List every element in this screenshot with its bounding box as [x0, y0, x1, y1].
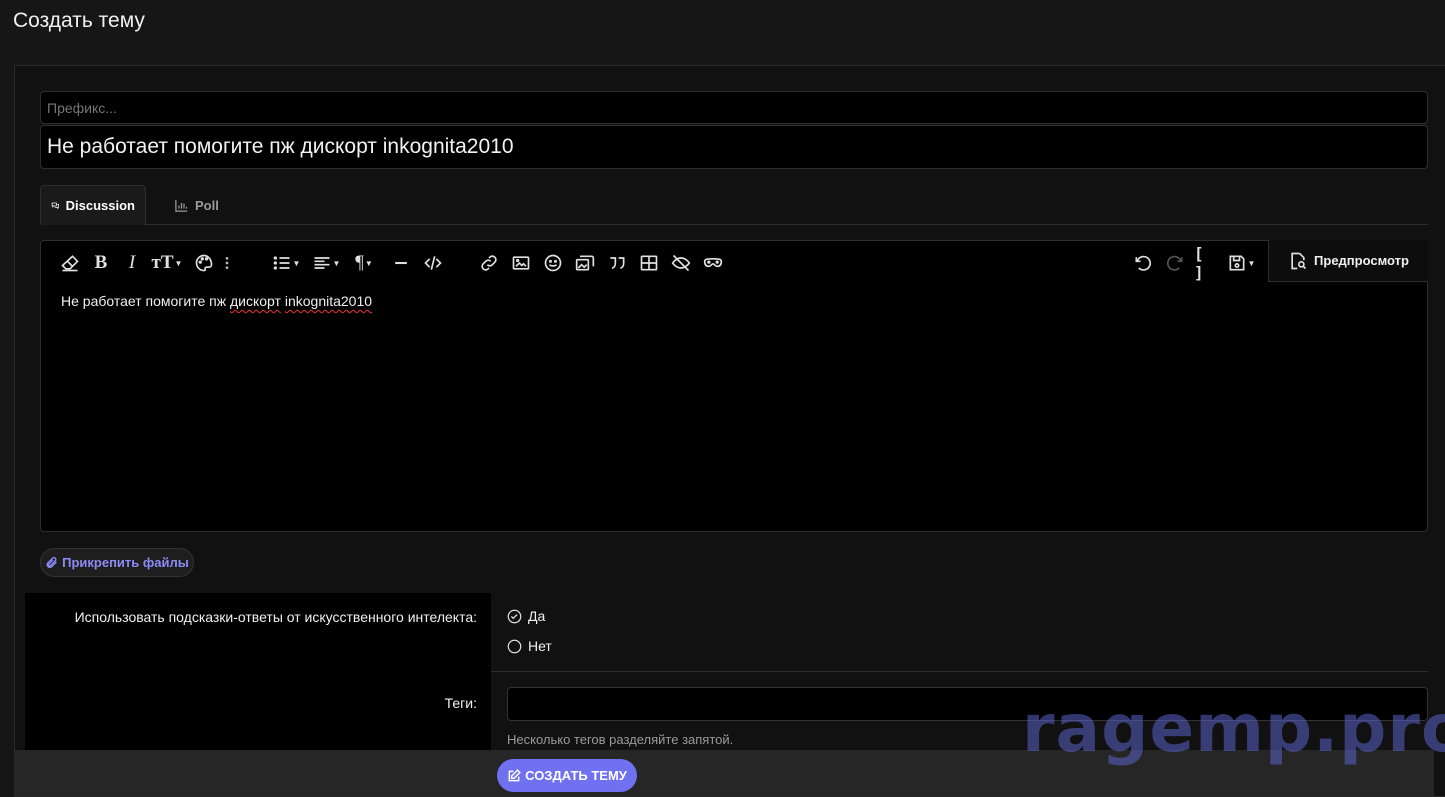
bold-icon: B — [94, 252, 108, 273]
inline-spoiler-button[interactable] — [700, 251, 726, 275]
rich-text-editor[interactable]: B I тT ▼ ▼ ▼ ¶ ▼ [] ▼ Предпросмотр Не р… — [40, 240, 1428, 532]
smile-icon — [544, 254, 562, 272]
radio-checked-icon — [507, 609, 522, 623]
misspelled-word: дискорт — [230, 293, 281, 309]
quote-button[interactable] — [604, 251, 630, 275]
list-icon — [273, 256, 290, 270]
spoiler-icon — [671, 254, 691, 272]
ai-hints-option-yes[interactable]: Да — [507, 608, 545, 624]
media-button[interactable] — [572, 251, 598, 275]
tab-label: Discussion — [65, 198, 135, 213]
italic-icon: I — [128, 252, 136, 273]
palette-icon — [195, 254, 213, 272]
radio-label: Да — [528, 608, 546, 624]
spoiler-button[interactable] — [668, 251, 694, 275]
table-icon — [640, 255, 658, 271]
divider — [491, 671, 1428, 672]
chevron-down-icon: ▼ — [1247, 258, 1256, 268]
more-vertical-icon — [225, 257, 229, 269]
chevron-down-icon: ▼ — [292, 258, 301, 268]
ai-hints-option-no[interactable]: Нет — [507, 638, 552, 654]
horizontal-line-button[interactable] — [388, 251, 414, 275]
tab-discussion[interactable]: Discussion — [40, 185, 146, 225]
drafts-icon — [1229, 255, 1245, 271]
tags-label: Теги: — [444, 695, 477, 711]
radio-unchecked-icon — [507, 639, 522, 653]
bbcode-toggle-button[interactable]: [ ] — [1194, 244, 1220, 282]
align-icon — [314, 257, 330, 269]
page-title: Создать тему — [13, 9, 145, 32]
text-size-icon: тT — [151, 252, 174, 273]
smilie-button[interactable] — [540, 251, 566, 275]
quote-icon — [610, 257, 625, 269]
redo-button[interactable] — [1162, 251, 1188, 275]
text-size-button[interactable]: тT ▼ — [149, 251, 185, 275]
comments-icon — [51, 202, 59, 210]
create-thread-button[interactable]: СОЗДАТЬ ТЕМУ — [497, 759, 637, 792]
tags-hint: Несколько тегов разделяйте запятой. — [507, 732, 734, 747]
eraser-icon — [61, 255, 79, 272]
align-button[interactable]: ▼ — [309, 251, 343, 275]
undo-icon — [1135, 255, 1152, 271]
image-button[interactable] — [508, 251, 534, 275]
submit-label: СОЗДАТЬ ТЕМУ — [525, 768, 627, 783]
inline-spoiler-icon — [703, 258, 723, 268]
table-button[interactable] — [636, 251, 662, 275]
chevron-down-icon: ▼ — [332, 258, 341, 268]
attach-files-button[interactable]: Прикрепить файлы — [40, 548, 194, 577]
undo-button[interactable] — [1130, 251, 1156, 275]
more-options-button[interactable] — [219, 251, 235, 275]
thread-title-input[interactable] — [40, 125, 1428, 169]
eraser-button[interactable] — [57, 251, 83, 275]
file-search-icon — [1291, 252, 1307, 269]
attach-label: Прикрепить файлы — [62, 555, 189, 570]
editor-tabs: Discussion Poll — [40, 185, 1428, 225]
link-button[interactable] — [476, 251, 502, 275]
form-labels-column: Использовать подсказки-ответы от искусст… — [25, 593, 491, 753]
bbcode-toggle-icon: [ ] — [1194, 244, 1204, 282]
media-icon — [575, 255, 595, 271]
link-icon — [481, 255, 497, 271]
drafts-button[interactable]: ▼ — [1225, 251, 1257, 275]
paragraph-button[interactable]: ¶ ▼ — [349, 251, 379, 275]
ai-hints-label: Использовать подсказки-ответы от искусст… — [74, 609, 477, 625]
color-button[interactable] — [191, 251, 217, 275]
bar-chart-icon — [175, 199, 188, 212]
editor-content[interactable]: Не работает помогите пж дискорт inkognit… — [61, 293, 372, 309]
code-icon — [424, 256, 442, 270]
italic-button[interactable]: I — [119, 251, 145, 275]
editor-text: Не работает помогите пж — [61, 293, 230, 309]
bold-button[interactable]: B — [88, 251, 114, 275]
preview-button[interactable]: Предпросмотр — [1268, 240, 1428, 282]
prefix-input[interactable] — [40, 91, 1428, 124]
chevron-down-icon: ▼ — [174, 258, 183, 268]
misspelled-word: inkognita2010 — [284, 293, 373, 309]
paragraph-icon: ¶ — [355, 252, 364, 273]
tab-label: Poll — [195, 197, 219, 213]
redo-icon — [1166, 255, 1183, 271]
radio-label: Нет — [528, 638, 552, 654]
code-button[interactable] — [420, 251, 446, 275]
edit-icon — [508, 768, 521, 781]
image-icon — [512, 256, 530, 270]
tab-poll[interactable]: Poll — [164, 185, 229, 225]
preview-label: Предпросмотр — [1314, 253, 1409, 268]
chevron-down-icon: ▼ — [364, 258, 373, 268]
paperclip-icon — [46, 556, 57, 569]
list-button[interactable]: ▼ — [269, 251, 303, 275]
horizontal-line-icon — [395, 261, 407, 265]
site-watermark: ragemp.pro — [1022, 690, 1445, 767]
